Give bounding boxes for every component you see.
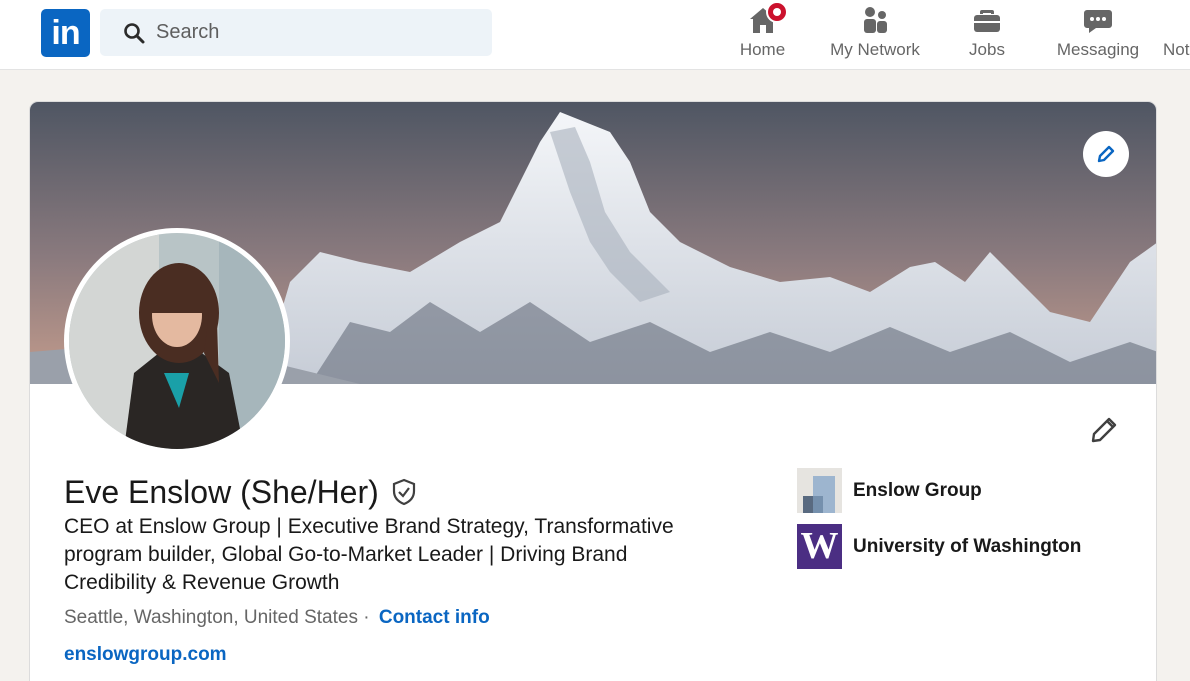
name-row: Eve Enslow (She/Her) bbox=[64, 472, 417, 512]
contact-info-link[interactable]: Contact info bbox=[379, 607, 490, 628]
enslow-group-logo bbox=[797, 468, 842, 513]
separator: · bbox=[357, 607, 375, 628]
affiliation-university-of-washington[interactable]: W University of Washington bbox=[797, 524, 1081, 569]
profile-photo-image bbox=[69, 233, 285, 449]
nav-messaging-label: Messaging bbox=[1056, 40, 1140, 59]
edit-cover-button[interactable] bbox=[1083, 131, 1129, 177]
briefcase-icon bbox=[974, 10, 1000, 32]
nav-home-label: Home bbox=[739, 40, 786, 59]
nav-jobs[interactable]: Jobs bbox=[955, 0, 1019, 70]
affiliation-label: University of Washington bbox=[853, 535, 1082, 557]
edit-intro-button[interactable] bbox=[1088, 414, 1120, 446]
profile-headline: CEO at Enslow Group | Executive Brand St… bbox=[64, 515, 674, 594]
profile-card: Eve Enslow (She/Her) CEO at Enslow Group… bbox=[29, 101, 1157, 681]
affiliation-label: Enslow Group bbox=[853, 479, 982, 501]
nav-notifications-label: Not bbox=[1163, 40, 1190, 59]
search-icon bbox=[124, 23, 145, 44]
pencil-icon bbox=[1097, 145, 1115, 163]
notification-badge bbox=[766, 1, 788, 23]
profile-location: Seattle, Washington, United States bbox=[64, 607, 358, 628]
location-row: Seattle, Washington, United States · Con… bbox=[64, 607, 490, 629]
linkedin-logo[interactable]: in bbox=[41, 9, 90, 57]
nav-my-network[interactable]: My Network bbox=[822, 0, 928, 70]
search-input[interactable] bbox=[156, 9, 476, 56]
nav-messaging[interactable]: Messaging bbox=[1052, 0, 1144, 70]
search-bar[interactable] bbox=[100, 9, 492, 56]
website-link[interactable]: enslowgroup.com bbox=[64, 644, 227, 666]
affiliation-enslow-group[interactable]: Enslow Group bbox=[797, 468, 982, 513]
profile-name: Eve Enslow (She/Her) bbox=[64, 473, 379, 510]
profile-photo[interactable] bbox=[64, 228, 290, 454]
messaging-icon bbox=[1084, 10, 1112, 33]
nav-my-network-label: My Network bbox=[830, 40, 920, 59]
network-icon bbox=[864, 7, 887, 33]
nav-home[interactable]: Home bbox=[725, 0, 800, 70]
verified-shield-icon[interactable] bbox=[391, 478, 417, 506]
uw-logo: W bbox=[797, 524, 842, 569]
top-nav-bar: in Home My Network Jobs bbox=[0, 0, 1190, 70]
nav-notifications[interactable]: Not bbox=[1163, 0, 1190, 70]
nav-jobs-label: Jobs bbox=[969, 40, 1005, 59]
